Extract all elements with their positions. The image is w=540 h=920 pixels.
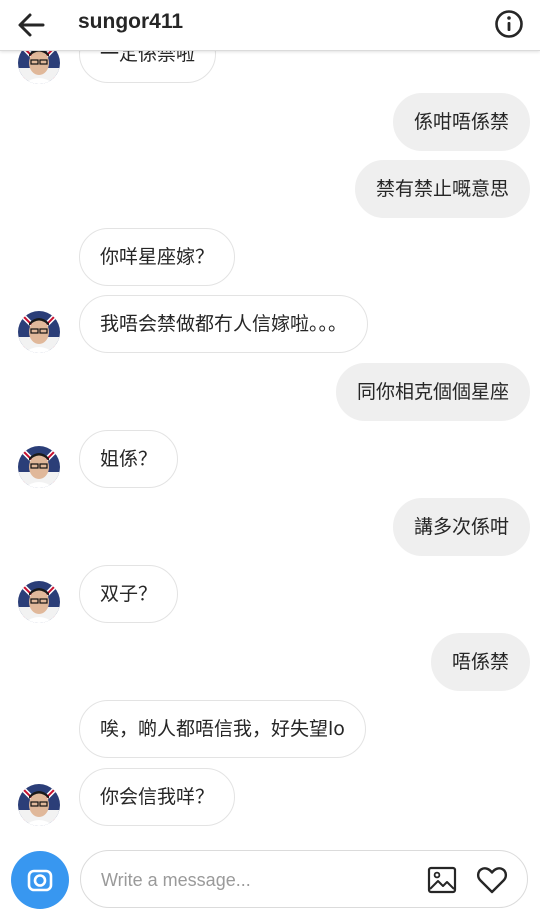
avatar[interactable] bbox=[18, 311, 60, 353]
message-input[interactable] bbox=[99, 851, 423, 909]
message-bubble-received[interactable]: 你咩星座嫁？ bbox=[79, 228, 236, 286]
message-composer bbox=[0, 838, 540, 920]
avatar-image bbox=[18, 446, 60, 488]
message-input-container bbox=[80, 850, 528, 909]
message-bubble-sent[interactable]: 唔係禁 bbox=[430, 633, 530, 691]
gallery-icon[interactable] bbox=[426, 864, 458, 896]
info-icon[interactable] bbox=[493, 8, 525, 40]
message-bubble-sent[interactable]: 同你相克個個星座 bbox=[335, 363, 530, 421]
message-bubble-received[interactable]: 唉，啲人都唔信我，好失望lo bbox=[79, 700, 366, 758]
message-bubble-received[interactable]: 双子？ bbox=[79, 565, 179, 623]
avatar-image bbox=[18, 581, 60, 623]
avatar-image bbox=[18, 311, 60, 353]
chat-username[interactable]: sungor411 bbox=[78, 10, 183, 34]
message-bubble-received[interactable]: 你会信我咩？ bbox=[79, 768, 236, 826]
chat-header: sungor411 bbox=[0, 0, 540, 51]
message-bubble-sent[interactable]: 講多次係咁 bbox=[392, 498, 530, 556]
back-arrow-icon[interactable] bbox=[14, 8, 48, 42]
avatar-image bbox=[18, 784, 60, 826]
heart-icon[interactable] bbox=[475, 863, 509, 897]
avatar[interactable] bbox=[18, 784, 60, 826]
message-bubble-received[interactable]: 姐係？ bbox=[79, 430, 179, 488]
camera-button[interactable] bbox=[11, 851, 69, 909]
message-bubble-received[interactable]: 我唔会禁做都冇人信嫁啦。。。 bbox=[79, 295, 369, 353]
message-bubble-sent[interactable]: 係咁唔係禁 bbox=[392, 93, 530, 151]
message-bubble-sent[interactable]: 禁有禁止嘅意思 bbox=[354, 160, 530, 218]
avatar[interactable] bbox=[18, 581, 60, 623]
message-thread[interactable]: 一定係禁啦 係咁唔係禁 禁有禁止嘅意思 你咩星座嫁？ 我唔会禁做都冇人信嫁啦。。… bbox=[0, 0, 540, 838]
avatar[interactable] bbox=[18, 446, 60, 488]
camera-icon bbox=[27, 869, 53, 892]
